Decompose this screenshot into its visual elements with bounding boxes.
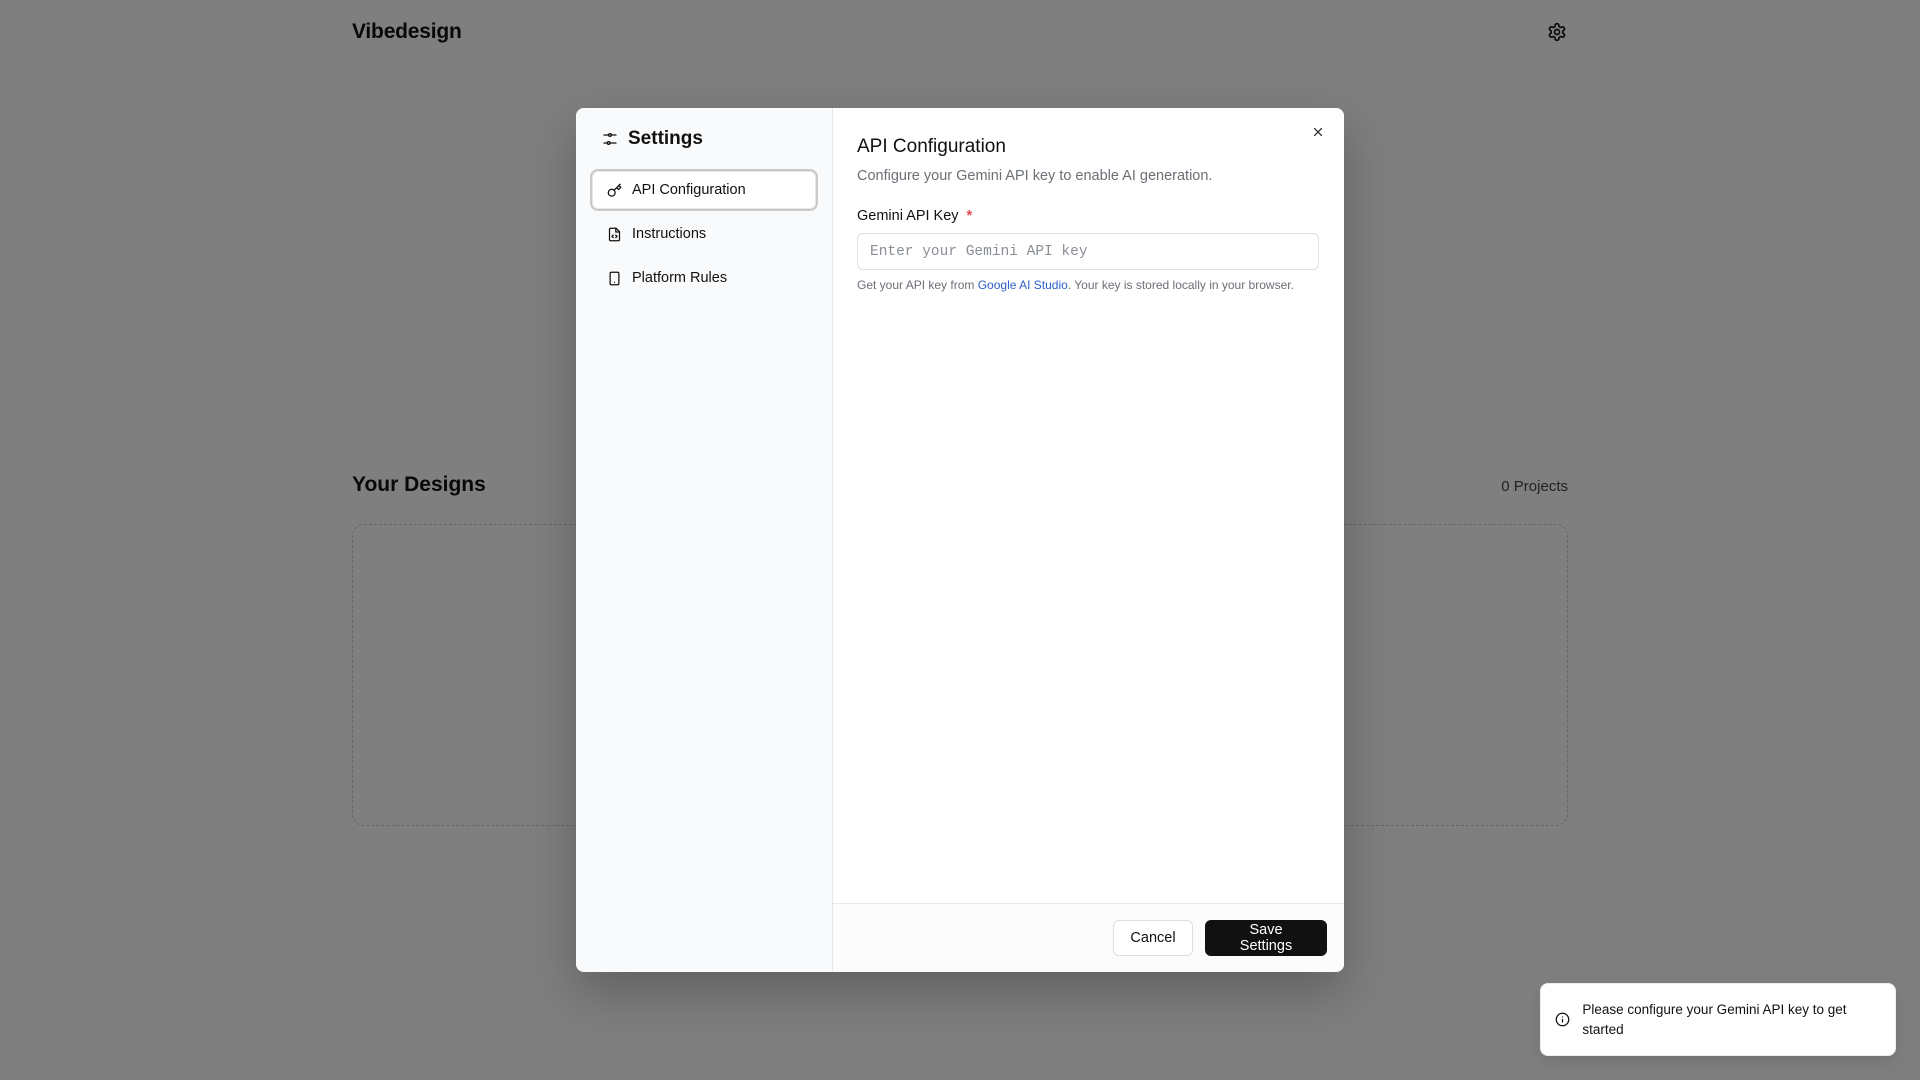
close-icon[interactable] (1308, 122, 1328, 142)
settings-title: Settings (602, 124, 818, 154)
api-key-helper: Get your API key from Google AI Studio. … (857, 278, 1320, 292)
settings-dialog: Settings API Configuration Instructions (576, 108, 1344, 972)
sidebar-item-instructions[interactable]: Instructions (590, 213, 818, 255)
save-settings-button[interactable]: Save Settings (1205, 920, 1327, 956)
required-marker: * (966, 208, 973, 224)
file-code-icon (606, 226, 622, 242)
helper-suffix: . Your key is stored locally in your bro… (1067, 278, 1294, 292)
api-key-label-text: Gemini API Key (857, 208, 959, 224)
api-key-label: Gemini API Key * (857, 208, 1320, 224)
sidebar-item-label: Platform Rules (632, 270, 728, 286)
settings-title-text: Settings (628, 128, 703, 149)
google-ai-studio-link[interactable]: Google AI Studio (978, 278, 1068, 292)
api-config-section: API Configuration Configure your Gemini … (833, 108, 1344, 292)
section-title: API Configuration (857, 136, 1006, 157)
settings-sidebar: Settings API Configuration Instructions (576, 108, 833, 972)
helper-prefix: Get your API key from (857, 278, 978, 292)
toast-notification: Please configure your Gemini API key to … (1540, 983, 1896, 1056)
sliders-icon (602, 131, 618, 147)
info-icon (1555, 1012, 1570, 1028)
toast-message: Please configure your Gemini API key to … (1582, 1001, 1847, 1037)
section-description: Configure your Gemini API key to enable … (857, 168, 1213, 184)
smartphone-icon (606, 270, 622, 286)
sidebar-item-api-configuration[interactable]: API Configuration (590, 169, 818, 211)
sidebar-item-label: API Configuration (632, 182, 746, 198)
api-key-input[interactable] (857, 233, 1319, 270)
settings-main-panel: API Configuration Configure your Gemini … (833, 108, 1344, 972)
dialog-footer: Cancel Save Settings (833, 903, 1344, 972)
cancel-button[interactable]: Cancel (1113, 920, 1193, 956)
sidebar-item-platform-rules[interactable]: Platform Rules (590, 257, 818, 299)
key-icon (606, 182, 622, 198)
sidebar-item-label: Instructions (632, 226, 707, 242)
